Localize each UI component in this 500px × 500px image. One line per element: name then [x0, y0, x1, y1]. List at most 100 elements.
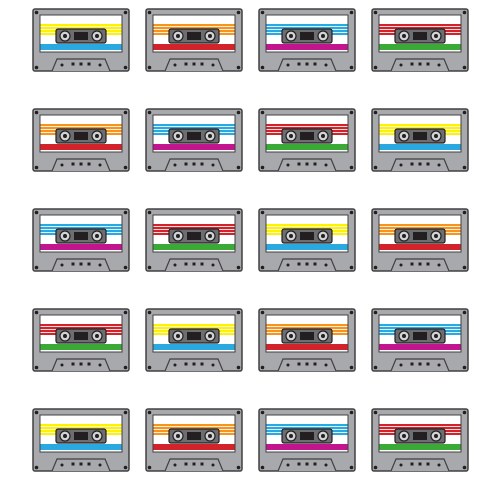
- reel-hub: [95, 334, 99, 338]
- label-stripe-bottom: [40, 44, 122, 50]
- guide-hole: [211, 163, 215, 167]
- screw-dot: [373, 365, 378, 370]
- screw-dot: [236, 310, 241, 315]
- screw-dot: [349, 265, 354, 270]
- guide-hole: [399, 463, 403, 467]
- screw-dot: [123, 365, 128, 370]
- cassette-tape: [371, 408, 469, 472]
- guide-hole: [410, 362, 414, 366]
- screw-dot: [462, 265, 467, 270]
- screw-dot: [147, 265, 152, 270]
- guide-hole: [192, 362, 196, 366]
- screw-dot: [123, 65, 128, 70]
- guide-hole: [60, 463, 64, 467]
- screw-dot: [373, 10, 378, 15]
- label-pinstripe: [379, 26, 461, 27]
- screw-dot: [34, 265, 39, 270]
- reel-hub: [176, 334, 180, 338]
- reel-hub: [63, 134, 67, 138]
- label-pinstripe: [40, 26, 122, 27]
- guide-hole: [286, 63, 290, 67]
- reel-hub: [289, 134, 293, 138]
- guide-hole: [60, 163, 64, 167]
- label-stripe-bottom: [153, 144, 235, 150]
- guide-hole: [71, 62, 75, 66]
- label-pinstripe: [379, 226, 461, 227]
- reel-hub: [321, 334, 325, 338]
- label-stripe-bottom: [379, 444, 461, 450]
- label-stripe-bottom: [266, 244, 348, 250]
- reel-hub: [95, 434, 99, 438]
- guide-hole: [324, 263, 328, 267]
- screw-dot: [462, 10, 467, 15]
- cassette-tape: [371, 308, 469, 372]
- guide-hole: [305, 462, 309, 466]
- guide-hole: [200, 62, 204, 66]
- guide-hole: [87, 162, 91, 166]
- guide-hole: [297, 62, 301, 66]
- guide-hole: [305, 162, 309, 166]
- reel-hub: [63, 334, 67, 338]
- guide-hole: [437, 163, 441, 167]
- guide-hole: [211, 63, 215, 67]
- label-pinstripe: [266, 426, 348, 427]
- reel-hub: [434, 134, 438, 138]
- cassette-icon: [258, 408, 356, 472]
- label-pinstripe: [266, 126, 348, 127]
- screw-dot: [260, 265, 265, 270]
- guide-hole: [184, 162, 188, 166]
- guide-hole: [60, 263, 64, 267]
- guide-hole: [71, 462, 75, 466]
- label-pinstripe: [40, 426, 122, 427]
- screw-dot: [236, 165, 241, 170]
- reel-hub: [402, 134, 406, 138]
- guide-hole: [418, 62, 422, 66]
- guide-hole: [286, 163, 290, 167]
- screw-dot: [236, 410, 241, 415]
- guide-hole: [98, 463, 102, 467]
- guide-hole: [98, 263, 102, 267]
- guide-hole: [286, 363, 290, 367]
- screw-dot: [349, 165, 354, 170]
- guide-hole: [98, 363, 102, 367]
- guide-hole: [313, 362, 317, 366]
- label-pinstripe: [153, 326, 235, 327]
- label-stripe-bottom: [379, 44, 461, 50]
- reel-hub: [289, 34, 293, 38]
- label-stripe-bottom: [40, 344, 122, 350]
- cassette-icon: [258, 308, 356, 372]
- cassette-icon: [258, 108, 356, 172]
- screw-dot: [147, 410, 152, 415]
- screw-dot: [260, 165, 265, 170]
- tape-viewer: [74, 232, 88, 240]
- guide-hole: [418, 262, 422, 266]
- screw-dot: [34, 310, 39, 315]
- tape-viewer: [413, 32, 427, 40]
- label-stripe-bottom: [40, 244, 122, 250]
- label-stripe-bottom: [153, 344, 235, 350]
- tape-viewer: [300, 32, 314, 40]
- label-pinstripe: [266, 326, 348, 327]
- label-pinstripe: [379, 326, 461, 327]
- cassette-icon: [145, 308, 243, 372]
- reel-hub: [434, 334, 438, 338]
- screw-dot: [260, 465, 265, 470]
- reel-hub: [208, 334, 212, 338]
- cassette-tape: [258, 308, 356, 372]
- guide-hole: [173, 63, 177, 67]
- reel-hub: [434, 234, 438, 238]
- guide-hole: [437, 363, 441, 367]
- cassette-tape: [145, 208, 243, 272]
- screw-dot: [349, 410, 354, 415]
- cassette-icon: [32, 108, 130, 172]
- guide-hole: [426, 262, 430, 266]
- screw-dot: [260, 210, 265, 215]
- label-stripe-bottom: [153, 444, 235, 450]
- guide-hole: [313, 262, 317, 266]
- label-pinstripe: [153, 26, 235, 27]
- guide-hole: [426, 162, 430, 166]
- cassette-tape: [258, 208, 356, 272]
- tape-viewer: [413, 332, 427, 340]
- guide-hole: [184, 262, 188, 266]
- screw-dot: [462, 210, 467, 215]
